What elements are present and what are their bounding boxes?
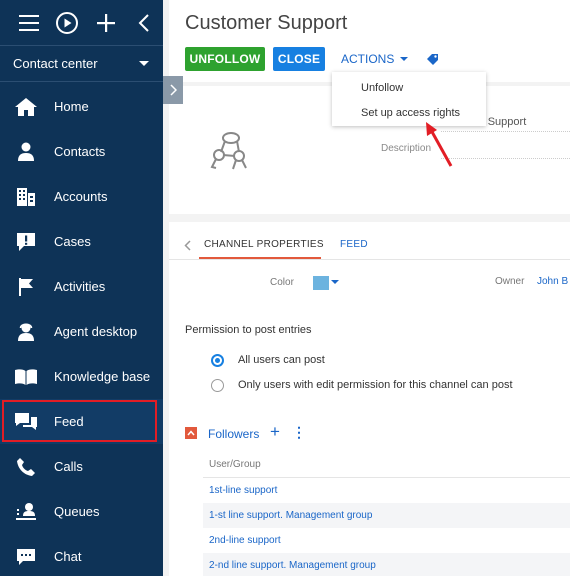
tab-feed[interactable]: FEED	[340, 239, 368, 250]
sidebar-item-contacts[interactable]: Contacts	[0, 129, 163, 174]
sidebar: Contact center Home Contacts Accounts Ca…	[0, 0, 163, 576]
workplace-selector[interactable]: Contact center	[0, 46, 163, 82]
plus-icon[interactable]	[87, 3, 125, 43]
color-label: Color	[270, 277, 294, 288]
unfollow-button[interactable]: UNFOLLOW	[185, 47, 265, 71]
table-row[interactable]: 1st-line support	[203, 478, 570, 503]
close-button[interactable]: CLOSE	[273, 47, 325, 71]
sidebar-item-home[interactable]: Home	[0, 84, 163, 129]
sidebar-item-label: Accounts	[54, 189, 108, 204]
tag-icon[interactable]	[426, 52, 440, 70]
sidebar-toolbar	[0, 0, 163, 46]
more-options-icon[interactable]: ⋮	[292, 424, 306, 441]
table-row[interactable]: 2-nd line support. Management group	[203, 553, 570, 576]
followers-column-header[interactable]: User/Group	[203, 454, 570, 478]
phone-icon	[13, 455, 39, 479]
actions-button[interactable]: ACTIONS	[341, 52, 409, 66]
flag-icon	[13, 275, 39, 299]
tab-bar: CHANNEL PROPERTIES FEED	[169, 234, 570, 260]
description-label: Description	[381, 143, 432, 154]
home-icon	[13, 95, 39, 119]
sidebar-nav: Home Contacts Accounts Cases Activities …	[0, 82, 163, 576]
table-row[interactable]: 1-st line support. Management group	[203, 503, 570, 528]
feed-icon	[13, 410, 39, 434]
sidebar-item-label: Home	[54, 99, 89, 114]
sidebar-item-agent-desktop[interactable]: Agent desktop	[0, 309, 163, 354]
active-tab-indicator	[199, 257, 321, 259]
actions-dropdown-menu: Unfollow Set up access rights	[332, 72, 486, 126]
chevron-left-icon[interactable]	[125, 3, 163, 43]
sidebar-item-label: Feed	[54, 414, 84, 429]
play-icon[interactable]	[48, 3, 86, 43]
chevron-right-icon	[170, 84, 177, 96]
sidebar-item-label: Cases	[54, 234, 91, 249]
chat-icon	[13, 545, 39, 569]
details-card: CHANNEL PROPERTIES FEED Color Owner John…	[169, 222, 570, 576]
cases-icon	[13, 230, 39, 254]
page-header: Customer Support UNFOLLOW CLOSE ACTIONS	[169, 0, 570, 82]
annotation-arrow-icon	[426, 122, 453, 167]
color-swatch[interactable]	[313, 276, 329, 290]
radio-edit-permission[interactable]	[211, 379, 224, 392]
menu-item-unfollow[interactable]: Unfollow	[332, 75, 486, 100]
followers-title[interactable]: Followers	[208, 427, 259, 441]
expand-panel-button[interactable]	[163, 76, 183, 104]
workplace-label: Contact center	[13, 56, 98, 71]
sidebar-item-calls[interactable]: Calls	[0, 444, 163, 489]
sidebar-item-label: Calls	[54, 459, 83, 474]
table-row[interactable]: 2nd-line support	[203, 528, 570, 553]
menu-item-access-rights[interactable]: Set up access rights	[332, 100, 486, 125]
sidebar-item-accounts[interactable]: Accounts	[0, 174, 163, 219]
chevron-up-icon	[187, 430, 195, 436]
sidebar-item-label: Agent desktop	[54, 324, 138, 339]
main-area: Customer Support UNFOLLOW CLOSE ACTIONS	[169, 0, 570, 576]
sidebar-item-label: Activities	[54, 279, 106, 294]
sidebar-item-queues[interactable]: Queues	[0, 489, 163, 534]
menu-icon[interactable]	[10, 3, 48, 43]
tab-channel-properties[interactable]: CHANNEL PROPERTIES	[204, 239, 324, 250]
chevron-down-icon	[139, 61, 149, 66]
book-icon	[13, 365, 39, 389]
sidebar-item-cases[interactable]: Cases	[0, 219, 163, 264]
sidebar-item-label: Chat	[54, 549, 82, 564]
chevron-left-icon[interactable]	[184, 238, 191, 256]
sidebar-item-activities[interactable]: Activities	[0, 264, 163, 309]
radio-label[interactable]: Only users with edit permission for this…	[238, 379, 513, 391]
actions-label: ACTIONS	[341, 52, 395, 66]
sidebar-item-label: Queues	[54, 504, 100, 519]
owner-link[interactable]: John B	[537, 276, 568, 287]
name-field-underline	[441, 131, 570, 132]
add-follower-button[interactable]: +	[270, 422, 280, 442]
person-icon	[13, 140, 39, 164]
agent-icon	[13, 320, 39, 344]
owner-label: Owner	[495, 276, 525, 287]
description-field-underline[interactable]	[441, 158, 570, 159]
channel-name-value[interactable]: r Support	[481, 116, 526, 128]
radio-all-users[interactable]	[211, 354, 224, 367]
permission-label: Permission to post entries	[185, 324, 312, 336]
chevron-down-icon[interactable]	[331, 280, 339, 284]
channel-image-placeholder-icon[interactable]	[209, 130, 251, 177]
radio-label[interactable]: All users can post	[238, 354, 325, 366]
queue-icon	[13, 500, 39, 524]
building-icon	[13, 185, 39, 209]
sidebar-item-label: Contacts	[54, 144, 106, 159]
collapse-followers-button[interactable]	[185, 427, 197, 439]
sidebar-item-label: Knowledge base	[54, 369, 151, 384]
sidebar-item-knowledge-base[interactable]: Knowledge base	[0, 354, 163, 399]
sidebar-item-chat[interactable]: Chat	[0, 534, 163, 576]
chevron-down-icon	[400, 57, 409, 61]
app-root: Contact center Home Contacts Accounts Ca…	[0, 0, 570, 576]
page-title: Customer Support	[185, 12, 348, 34]
sidebar-item-feed[interactable]: Feed	[0, 399, 163, 444]
